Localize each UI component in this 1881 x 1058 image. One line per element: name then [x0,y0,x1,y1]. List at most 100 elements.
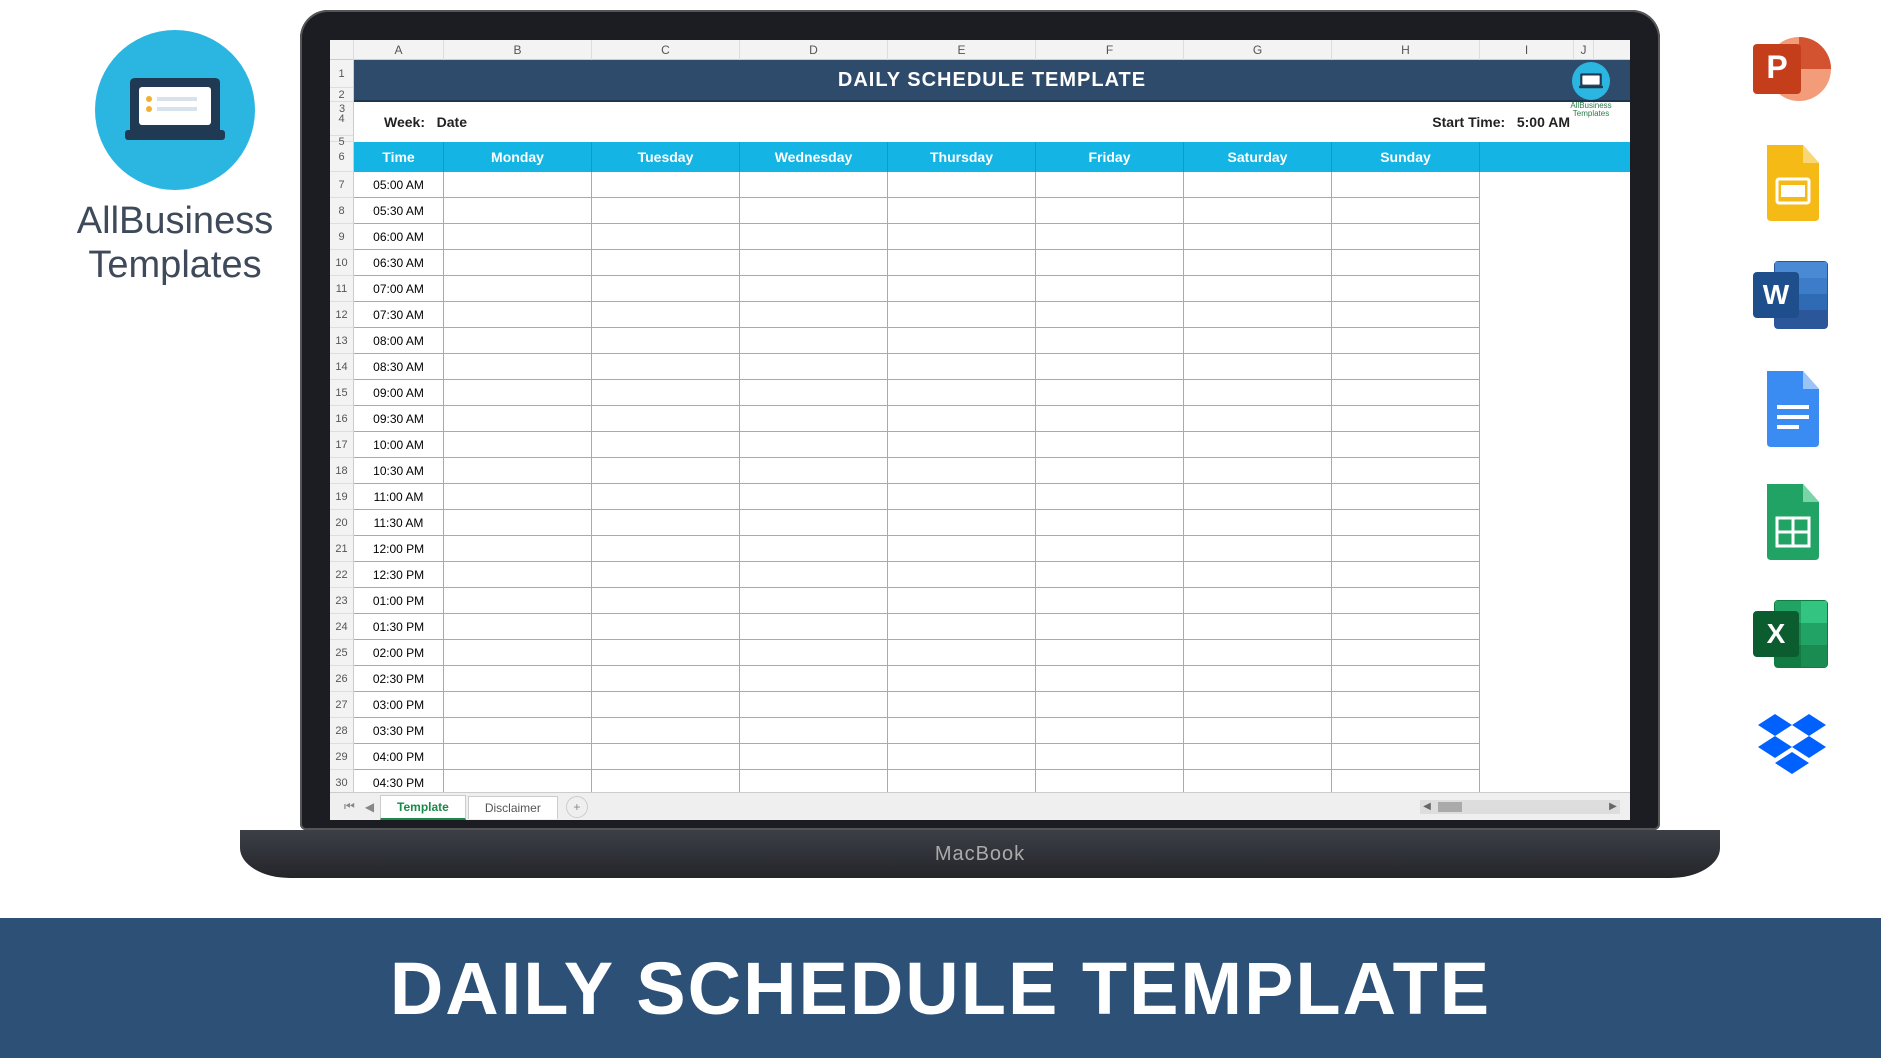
time-cell[interactable]: 02:00 PM [354,640,444,666]
time-cell[interactable]: 04:00 PM [354,744,444,770]
schedule-cell[interactable] [888,432,1036,458]
schedule-cell[interactable] [1184,666,1332,692]
time-cell[interactable]: 10:00 AM [354,432,444,458]
schedule-cell[interactable] [592,510,740,536]
schedule-cell[interactable] [1184,562,1332,588]
schedule-cell[interactable] [1184,744,1332,770]
schedule-row[interactable]: 03:30 PM [354,718,1630,744]
schedule-cell[interactable] [444,614,592,640]
schedule-cell[interactable] [1184,432,1332,458]
schedule-cell[interactable] [592,588,740,614]
schedule-cell[interactable] [1332,432,1480,458]
schedule-row[interactable]: 01:30 PM [354,614,1630,640]
time-cell[interactable]: 05:00 AM [354,172,444,198]
schedule-cell[interactable] [592,172,740,198]
schedule-cell[interactable] [740,224,888,250]
schedule-row[interactable]: 08:00 AM [354,328,1630,354]
schedule-cell[interactable] [740,536,888,562]
schedule-cell[interactable] [1332,354,1480,380]
schedule-cell[interactable] [1332,640,1480,666]
schedule-cell[interactable] [740,510,888,536]
schedule-cell[interactable] [888,744,1036,770]
schedule-cell[interactable] [1036,484,1184,510]
schedule-cell[interactable] [444,406,592,432]
schedule-row[interactable]: 12:00 PM [354,536,1630,562]
schedule-row[interactable]: 10:00 AM [354,432,1630,458]
schedule-cell[interactable] [1036,562,1184,588]
schedule-cell[interactable] [592,562,740,588]
schedule-cell[interactable] [1332,328,1480,354]
time-cell[interactable]: 11:30 AM [354,510,444,536]
schedule-cell[interactable] [888,588,1036,614]
col-letter[interactable]: C [592,40,740,60]
schedule-cell[interactable] [1332,510,1480,536]
schedule-cell[interactable] [888,510,1036,536]
schedule-cell[interactable] [1332,276,1480,302]
schedule-cell[interactable] [740,484,888,510]
schedule-cell[interactable] [592,484,740,510]
schedule-cell[interactable] [444,744,592,770]
time-cell[interactable]: 05:30 AM [354,198,444,224]
schedule-cell[interactable] [1036,718,1184,744]
schedule-cell[interactable] [888,302,1036,328]
schedule-row[interactable]: 06:00 AM [354,224,1630,250]
schedule-row[interactable]: 10:30 AM [354,458,1630,484]
schedule-cell[interactable] [1036,744,1184,770]
sheet-tab-disclaimer[interactable]: Disclaimer [468,796,558,819]
schedule-cell[interactable] [1036,250,1184,276]
schedule-cell[interactable] [592,640,740,666]
schedule-cell[interactable] [1184,302,1332,328]
schedule-cell[interactable] [888,718,1036,744]
scroll-right-icon[interactable]: ▶ [1606,801,1620,812]
schedule-cell[interactable] [444,198,592,224]
schedule-cell[interactable] [1184,536,1332,562]
schedule-cell[interactable] [740,640,888,666]
schedule-cell[interactable] [740,172,888,198]
week-value[interactable]: Date [437,114,467,130]
col-letter[interactable]: I [1480,40,1574,60]
schedule-row[interactable]: 03:00 PM [354,692,1630,718]
schedule-cell[interactable] [1332,198,1480,224]
schedule-row[interactable]: 02:00 PM [354,640,1630,666]
schedule-row[interactable]: 08:30 AM [354,354,1630,380]
time-cell[interactable]: 03:30 PM [354,718,444,744]
schedule-cell[interactable] [592,666,740,692]
col-letter[interactable]: E [888,40,1036,60]
col-letter[interactable]: F [1036,40,1184,60]
col-letter[interactable]: G [1184,40,1332,60]
schedule-cell[interactable] [888,224,1036,250]
schedule-cell[interactable] [1332,718,1480,744]
schedule-cell[interactable] [740,328,888,354]
time-cell[interactable]: 10:30 AM [354,458,444,484]
schedule-cell[interactable] [888,562,1036,588]
schedule-cell[interactable] [444,302,592,328]
schedule-cell[interactable] [740,562,888,588]
schedule-cell[interactable] [888,250,1036,276]
schedule-cell[interactable] [888,484,1036,510]
time-cell[interactable]: 08:00 AM [354,328,444,354]
schedule-cell[interactable] [740,276,888,302]
schedule-cell[interactable] [1184,354,1332,380]
schedule-cell[interactable] [592,380,740,406]
schedule-cell[interactable] [740,302,888,328]
time-cell[interactable]: 11:00 AM [354,484,444,510]
schedule-row[interactable]: 12:30 PM [354,562,1630,588]
schedule-cell[interactable] [1036,406,1184,432]
schedule-cell[interactable] [592,614,740,640]
schedule-cell[interactable] [444,328,592,354]
schedule-cell[interactable] [1036,328,1184,354]
add-sheet-button[interactable]: + [566,796,588,818]
schedule-cell[interactable] [740,458,888,484]
schedule-cell[interactable] [444,380,592,406]
col-letter[interactable]: B [444,40,592,60]
time-cell[interactable]: 02:30 PM [354,666,444,692]
schedule-cell[interactable] [1332,562,1480,588]
schedule-cell[interactable] [1332,692,1480,718]
schedule-cell[interactable] [444,510,592,536]
schedule-cell[interactable] [1332,536,1480,562]
schedule-cell[interactable] [1184,224,1332,250]
schedule-cell[interactable] [1332,406,1480,432]
schedule-cell[interactable] [592,354,740,380]
schedule-cell[interactable] [1036,458,1184,484]
schedule-cell[interactable] [1332,484,1480,510]
